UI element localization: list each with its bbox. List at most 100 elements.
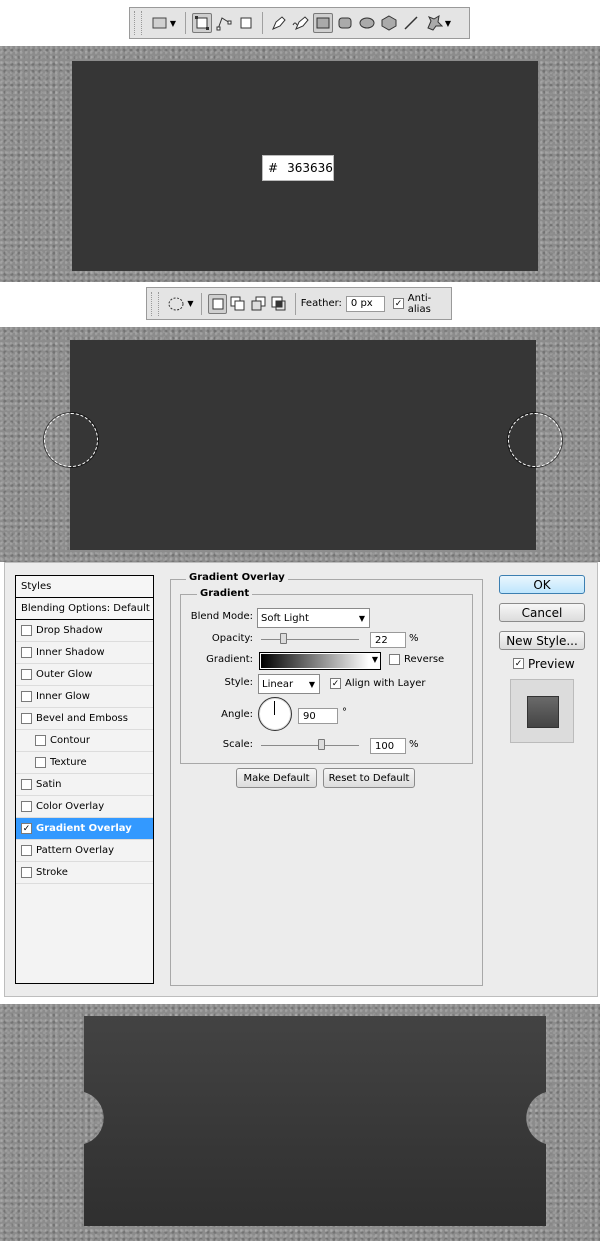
add-to-selection-button[interactable] [229, 294, 248, 314]
cancel-button[interactable]: Cancel [499, 603, 585, 622]
blending-options-item[interactable]: Blending Options: Default [16, 598, 153, 620]
ellipse-tool-button[interactable] [357, 13, 377, 33]
subtract-from-selection-button[interactable] [250, 294, 269, 314]
align-with-layer-checkbox[interactable]: ✓ [330, 678, 341, 689]
pen-icon [272, 16, 286, 30]
style-checkbox[interactable] [21, 691, 32, 702]
angle-dial-needle [274, 701, 275, 715]
degree-symbol: ° [342, 707, 347, 718]
style-checkbox[interactable] [21, 669, 32, 680]
toolbar-separator [185, 12, 186, 34]
new-style-button[interactable]: New Style... [499, 631, 585, 650]
marquee-preset-picker[interactable]: ▼ [166, 294, 196, 314]
styles-list-item[interactable]: Contour [16, 730, 153, 752]
style-checkbox[interactable] [21, 779, 32, 790]
style-item-label: Bevel and Emboss [36, 713, 128, 724]
styles-list-item[interactable]: Outer Glow [16, 664, 153, 686]
styles-list-item[interactable]: Inner Glow [16, 686, 153, 708]
freeform-pen-button[interactable] [291, 13, 311, 33]
styles-list-item[interactable]: Inner Shadow [16, 642, 153, 664]
pen-tool-button[interactable] [269, 13, 289, 33]
align-with-layer-label: Align with Layer [345, 678, 426, 689]
style-item-label: Color Overlay [36, 801, 105, 812]
styles-list-item[interactable]: Drop Shadow [16, 620, 153, 642]
gradient-subgroup-title: Gradient [197, 588, 253, 599]
scale-input[interactable]: 100 [370, 738, 406, 754]
style-checkbox[interactable] [21, 801, 32, 812]
style-checkbox[interactable]: ✓ [21, 823, 32, 834]
intersect-selection-icon [271, 296, 286, 310]
ok-button[interactable]: OK [499, 575, 585, 594]
rectangle-tool-button[interactable] [313, 13, 333, 33]
scale-slider-track[interactable] [261, 745, 359, 746]
style-item-label: Pattern Overlay [36, 845, 115, 856]
opacity-slider-track[interactable] [261, 639, 359, 640]
style-checkbox[interactable] [21, 713, 32, 724]
opacity-value: 22 [375, 634, 388, 646]
new-selection-button[interactable] [208, 293, 227, 314]
custom-shape-tool-button[interactable]: ▼ [423, 13, 453, 33]
gradient-picker[interactable]: ▼ [259, 652, 381, 670]
toolbar-grip[interactable] [151, 291, 159, 316]
opacity-label: Opacity: [211, 633, 253, 644]
reverse-checkbox[interactable] [389, 654, 400, 665]
style-checkbox[interactable] [21, 647, 32, 658]
line-icon [404, 16, 418, 30]
styles-list-item[interactable]: Bevel and Emboss [16, 708, 153, 730]
paths-icon [216, 17, 232, 31]
rounded-rectangle-tool-button[interactable] [335, 13, 355, 33]
toolbar-separator [294, 292, 296, 315]
feather-label: Feather: [300, 298, 342, 309]
antialias-label: Anti-alias [407, 292, 432, 315]
polygon-tool-button[interactable] [379, 13, 399, 33]
ticket-card-shape[interactable] [70, 340, 536, 550]
reset-to-default-button[interactable]: Reset to Default [323, 768, 415, 788]
scale-slider-thumb[interactable] [318, 739, 325, 750]
opacity-input[interactable]: 22 [370, 632, 406, 648]
preview-label: Preview [528, 657, 575, 671]
style-select[interactable]: Linear ▼ [258, 674, 320, 694]
styles-list-item[interactable]: Color Overlay [16, 796, 153, 818]
styles-list-item[interactable]: ✓ Gradient Overlay [16, 818, 153, 840]
style-checkbox[interactable] [21, 845, 32, 856]
tool-preset-picker[interactable]: ▼ [149, 13, 179, 33]
shape-layers-button[interactable] [192, 13, 212, 33]
style-checkbox[interactable] [35, 735, 46, 746]
layer-style-dialog: Styles Blending Options: Default Drop Sh… [4, 562, 598, 997]
styles-list-item[interactable]: Pattern Overlay [16, 840, 153, 862]
preview-checkbox[interactable]: ✓ [513, 658, 524, 669]
toolbar-separator [201, 292, 203, 315]
make-default-button[interactable]: Make Default [236, 768, 317, 788]
style-item-label: Satin [36, 779, 62, 790]
paths-button[interactable] [214, 13, 234, 33]
right-circle-selection[interactable] [508, 413, 562, 467]
rectangle-shape-icon [152, 17, 167, 29]
style-item-label: Inner Shadow [36, 647, 105, 658]
rectangle-icon [316, 17, 330, 29]
toolbar-grip[interactable] [134, 11, 142, 35]
chevron-down-icon: ▼ [358, 613, 365, 623]
left-circle-selection[interactable] [44, 413, 98, 467]
fill-pixels-button[interactable] [236, 13, 256, 33]
intersect-selection-button[interactable] [270, 294, 289, 314]
ok-label: OK [533, 577, 551, 592]
style-checkbox[interactable] [35, 757, 46, 768]
style-checkbox[interactable] [21, 867, 32, 878]
new-style-label: New Style... [506, 633, 578, 648]
rounded-rectangle-icon [338, 17, 352, 29]
styles-header[interactable]: Styles [16, 576, 153, 598]
styles-list-item[interactable]: Stroke [16, 862, 153, 884]
styles-list-item[interactable]: Satin [16, 774, 153, 796]
feather-input[interactable]: 0 px [345, 295, 386, 312]
angle-input[interactable]: 90 [298, 708, 338, 724]
add-selection-icon [230, 296, 245, 310]
line-tool-button[interactable] [401, 13, 421, 33]
style-checkbox[interactable] [21, 625, 32, 636]
angle-dial[interactable] [258, 697, 292, 731]
opacity-slider-thumb[interactable] [279, 633, 287, 644]
styles-list-item[interactable]: Texture [16, 752, 153, 774]
antialias-checkbox[interactable]: ✓ [393, 298, 404, 309]
ticket-final-shape[interactable] [0, 1004, 600, 1241]
blend-mode-select[interactable]: Soft Light ▼ [257, 608, 370, 628]
style-item-label: Drop Shadow [36, 625, 103, 636]
